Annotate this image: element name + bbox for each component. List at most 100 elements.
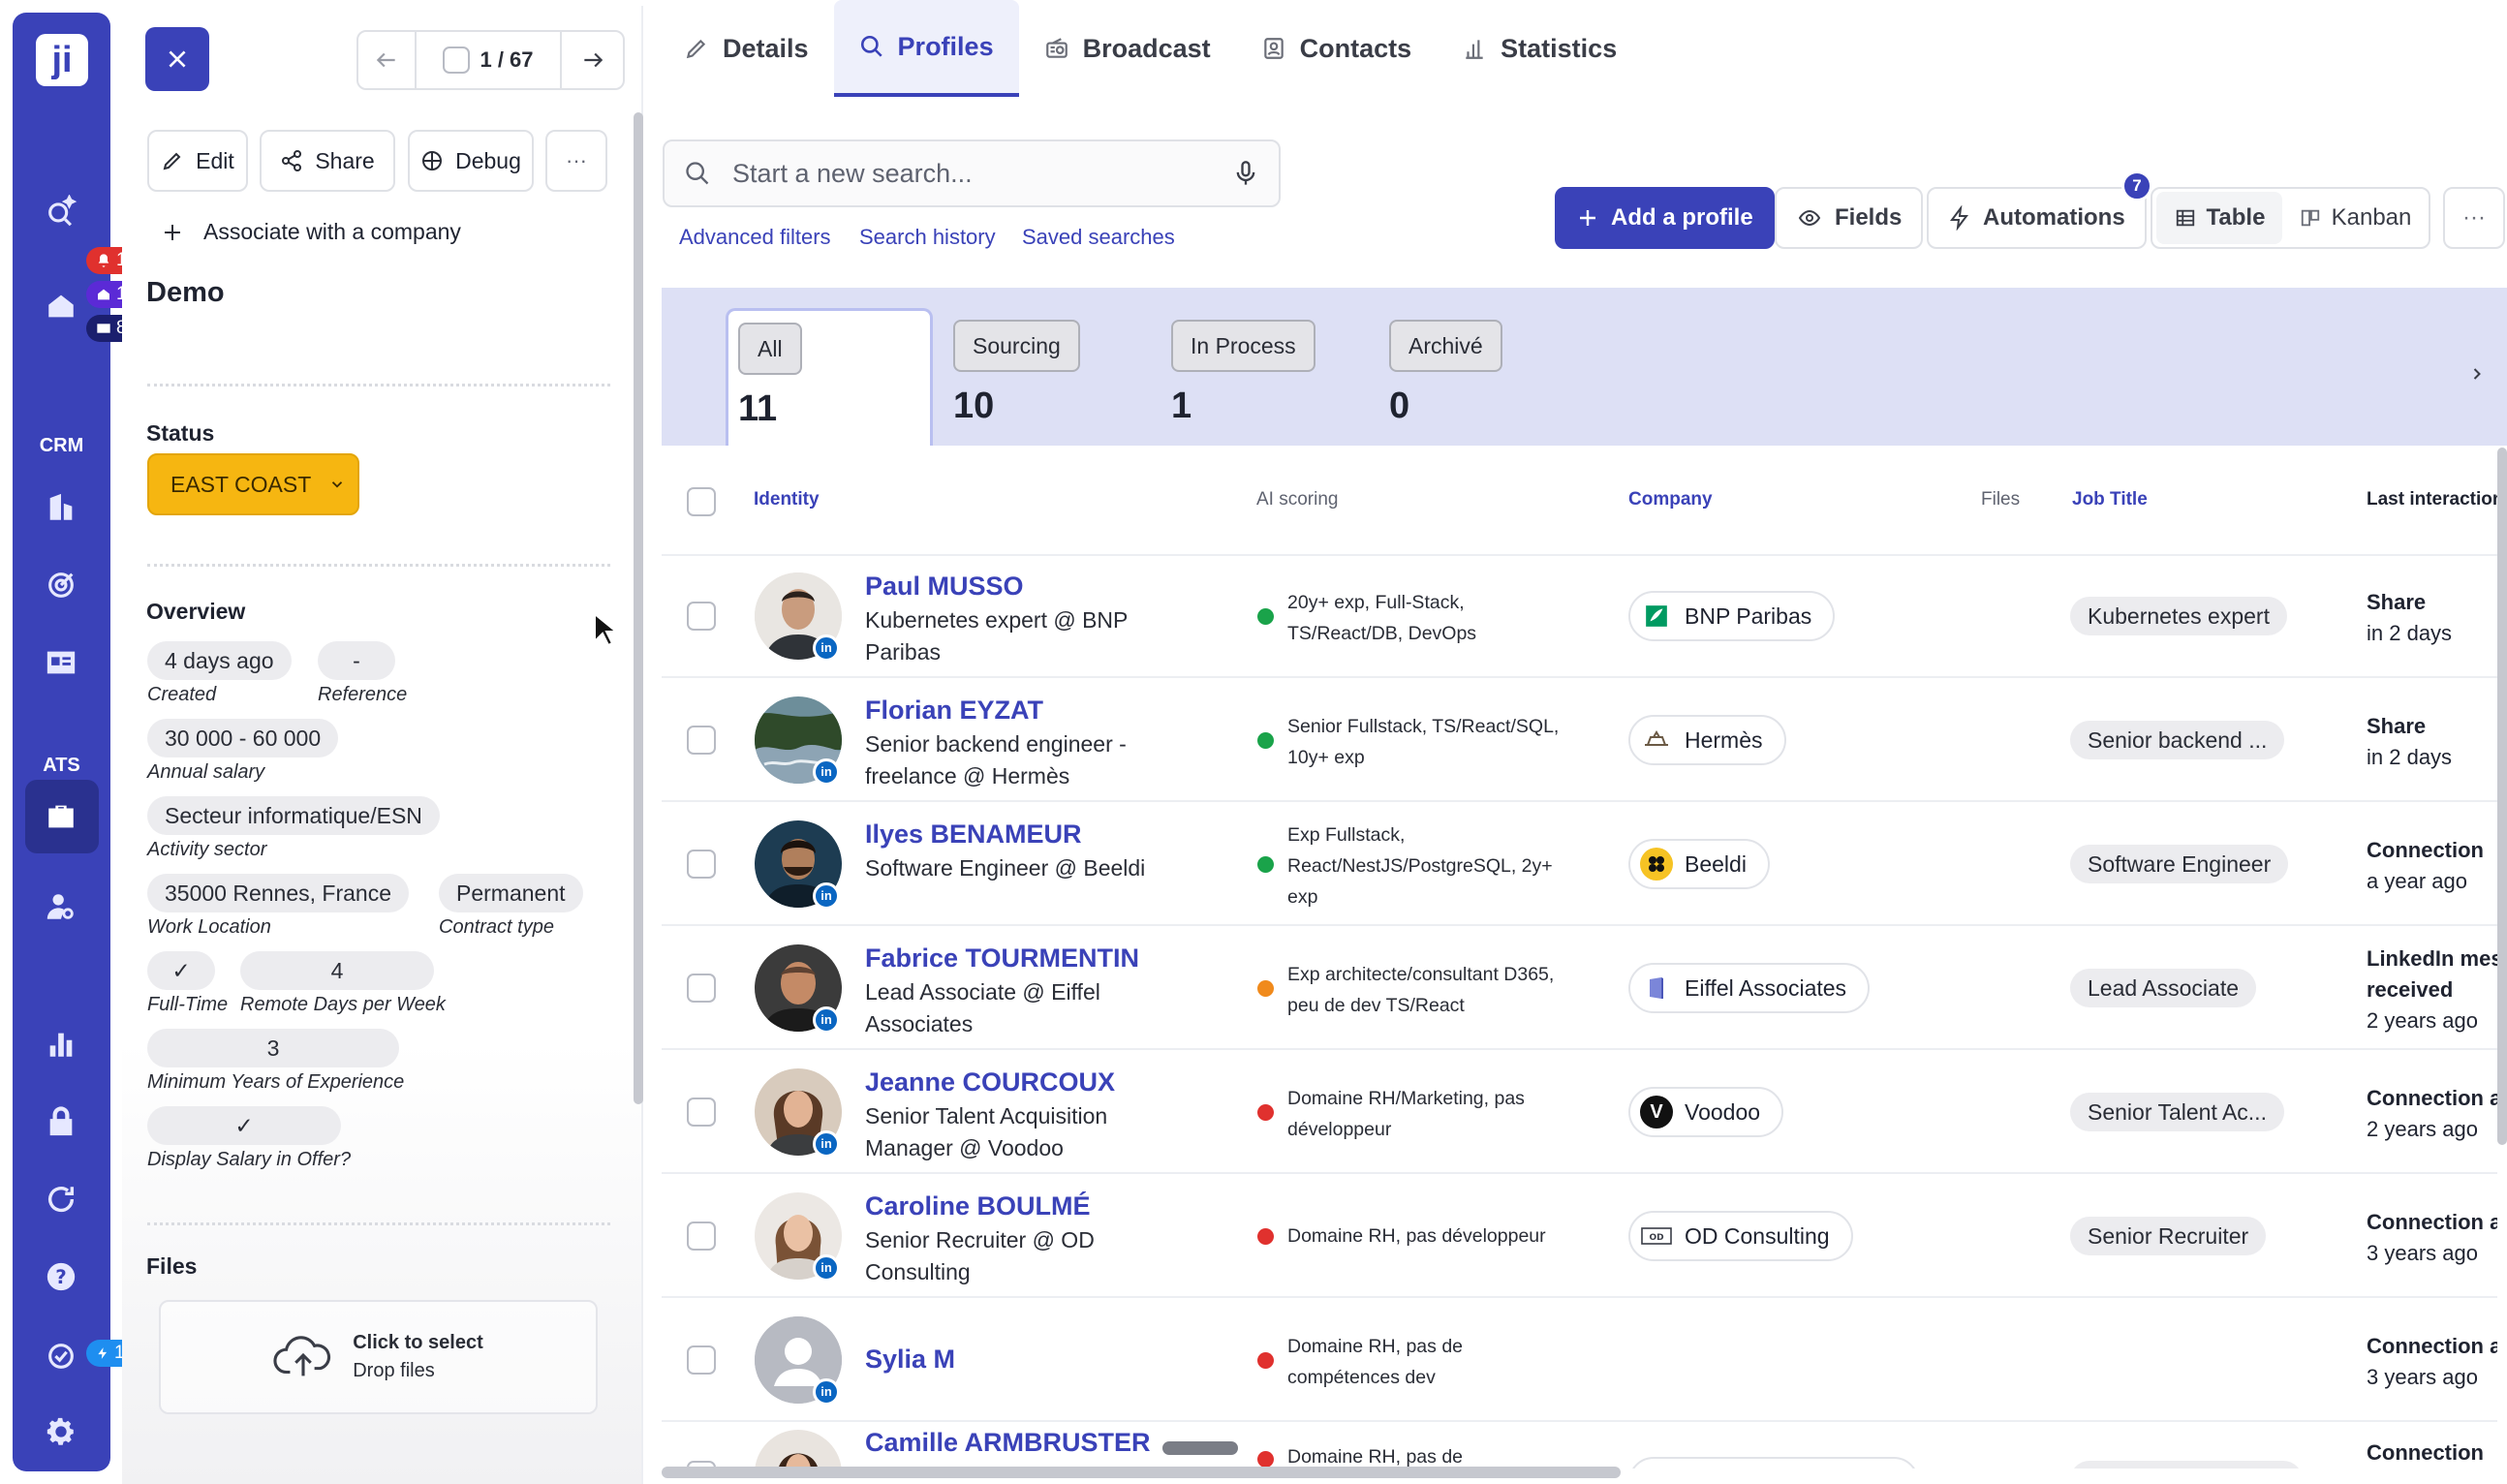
fields-button[interactable]: Fields — [1775, 187, 1924, 249]
table-row[interactable]: in Paul MUSSO Kubernetes expert @ BNP Pa… — [662, 554, 2497, 678]
more-actions-button[interactable]: ··· — [545, 130, 607, 192]
search-input[interactable] — [732, 158, 1211, 189]
table-row[interactable]: in Ilyes BENAMEUR Software Engineer @ Be… — [662, 802, 2497, 926]
column-company[interactable]: Company — [1628, 489, 1713, 510]
debug-button[interactable]: Debug — [408, 130, 534, 192]
table-row[interactable]: in Florian EYZAT Senior backend engineer… — [662, 678, 2497, 802]
linkedin-icon[interactable]: in — [813, 882, 840, 910]
select-record-checkbox[interactable] — [443, 46, 471, 74]
row-checkbox[interactable] — [687, 1345, 716, 1375]
refresh-icon[interactable] — [45, 1183, 77, 1216]
close-icon — [169, 50, 186, 68]
automations-button[interactable]: Automations — [1927, 187, 2147, 249]
stage-all[interactable]: All 11 — [726, 308, 933, 446]
table-view-button[interactable]: Table — [2156, 192, 2282, 244]
companies-icon[interactable] — [45, 491, 77, 524]
more-options-button[interactable]: ··· — [2443, 187, 2505, 249]
tab-broadcast[interactable]: Broadcast — [1019, 0, 1236, 97]
profile-name[interactable]: Jeanne COURCOUX — [865, 1067, 1115, 1098]
edit-button[interactable]: Edit — [147, 130, 248, 192]
ai-summary: Domaine RH, pas développeur — [1287, 1225, 1546, 1247]
stage-archived[interactable]: Archivé 0 — [1379, 308, 1587, 446]
company-chip[interactable]: OD OD Consulting — [1628, 1211, 1853, 1261]
app-logo[interactable]: ji — [36, 34, 88, 86]
row-checkbox[interactable] — [687, 974, 716, 1003]
microphone-icon[interactable] — [1232, 160, 1259, 187]
row-checkbox[interactable] — [687, 850, 716, 879]
company-chip[interactable]: V Voodoo — [1628, 1087, 1784, 1137]
tab-details[interactable]: Details — [659, 0, 834, 97]
settings-gear-icon[interactable] — [45, 1415, 77, 1448]
help-icon[interactable]: ? — [45, 1260, 77, 1293]
stage-in-process[interactable]: In Process 1 — [1161, 308, 1369, 446]
table-row[interactable]: Camille ARMBRUSTER Domaine RH, pas de Co… — [662, 1422, 2497, 1469]
advanced-filters-link[interactable]: Advanced filters — [679, 225, 831, 250]
contacts-card-icon[interactable] — [45, 646, 77, 679]
tab-contacts[interactable]: Contacts — [1236, 0, 1438, 97]
candidate-search-icon[interactable] — [45, 890, 77, 923]
company-chip[interactable]: BNP Paribas — [1628, 591, 1836, 641]
file-dropzone[interactable]: Click to select Drop files — [159, 1300, 598, 1414]
row-checkbox[interactable] — [687, 726, 716, 755]
kanban-view-button[interactable]: Kanban — [2282, 192, 2428, 244]
row-checkbox[interactable] — [687, 1221, 716, 1251]
share-button[interactable]: Share — [260, 130, 395, 192]
location-value: 35000 Rennes, France — [147, 874, 409, 912]
targets-icon[interactable] — [45, 569, 77, 602]
status-dropdown[interactable]: EAST COAST — [147, 453, 359, 515]
ai-summary: Exp architecte/consultant D365, — [1287, 964, 1555, 985]
quick-search-icon[interactable] — [45, 195, 77, 228]
inbox-icon[interactable] — [45, 290, 77, 323]
column-ai-scoring[interactable]: AI scoring — [1256, 489, 1338, 510]
profile-name[interactable]: Fabrice TOURMENTIN — [865, 943, 1139, 974]
profile-name[interactable]: Florian EYZAT — [865, 696, 1043, 726]
automations-rail-icon[interactable] — [45, 1340, 77, 1373]
column-files[interactable]: Files — [1981, 489, 2020, 510]
linkedin-icon[interactable]: in — [813, 1378, 840, 1406]
panel-scrollbar[interactable] — [634, 112, 643, 1104]
select-all-checkbox[interactable] — [687, 487, 716, 516]
profile-name[interactable]: Camille ARMBRUSTER — [865, 1428, 1151, 1458]
job-title-chip: Kubernetes expert — [2070, 597, 2287, 635]
saved-searches-link[interactable]: Saved searches — [1022, 225, 1175, 250]
row-checkbox[interactable] — [687, 602, 716, 631]
linkedin-icon[interactable]: in — [813, 1006, 840, 1034]
column-last-interaction[interactable]: Last interaction — [2367, 489, 2507, 510]
lock-icon[interactable] — [45, 1105, 77, 1138]
profile-name[interactable]: Paul MUSSO — [865, 572, 1024, 602]
company-chip[interactable]: Hermès — [1628, 715, 1786, 765]
previous-record-button[interactable] — [358, 32, 417, 88]
analytics-icon[interactable] — [45, 1028, 77, 1061]
linkedin-icon[interactable]: in — [813, 1130, 840, 1158]
table-vertical-scrollbar[interactable] — [2497, 448, 2507, 1145]
profile-name[interactable]: Ilyes BENAMEUR — [865, 819, 1082, 850]
briefcase-icon[interactable] — [45, 800, 77, 833]
table-row[interactable]: in Caroline BOULMÉ Senior Recruiter @ OD… — [662, 1174, 2497, 1298]
table-horizontal-scrollbar[interactable] — [662, 1467, 1621, 1478]
tab-profiles[interactable]: Profiles — [833, 0, 1019, 97]
company-chip[interactable]: Beeldi — [1628, 839, 1770, 889]
created-label: Created — [147, 684, 217, 705]
next-record-button[interactable] — [562, 32, 623, 88]
stage-sourcing[interactable]: Sourcing 10 — [944, 308, 1151, 446]
company-chip[interactable] — [1628, 1457, 1919, 1469]
tab-statistics[interactable]: Statistics — [1437, 0, 1642, 97]
add-profile-button[interactable]: Add a profile — [1555, 187, 1775, 249]
linkedin-icon[interactable]: in — [813, 634, 840, 662]
column-identity[interactable]: Identity — [754, 489, 820, 510]
linkedin-icon[interactable]: in — [813, 1254, 840, 1282]
chevron-right-icon[interactable] — [2467, 362, 2487, 386]
table-row[interactable]: in Sylia M Domaine RH, pas de compétence… — [662, 1298, 2497, 1422]
search-history-link[interactable]: Search history — [859, 225, 996, 250]
column-job-title[interactable]: Job Title — [2072, 489, 2148, 510]
table-row[interactable]: in Fabrice TOURMENTIN Lead Associate @ E… — [662, 926, 2497, 1050]
table-row[interactable]: in Jeanne COURCOUX Senior Talent Acquisi… — [662, 1050, 2497, 1174]
avatar[interactable] — [755, 1430, 842, 1469]
row-checkbox[interactable] — [687, 1098, 716, 1127]
linkedin-icon[interactable]: in — [813, 758, 840, 786]
associate-company-button[interactable]: Associate with a company — [161, 219, 461, 245]
profile-name[interactable]: Caroline BOULMÉ — [865, 1191, 1091, 1221]
close-panel-button[interactable] — [145, 27, 209, 91]
company-chip[interactable]: Eiffel Associates — [1628, 963, 1871, 1013]
profile-name[interactable]: Sylia M — [865, 1345, 955, 1375]
